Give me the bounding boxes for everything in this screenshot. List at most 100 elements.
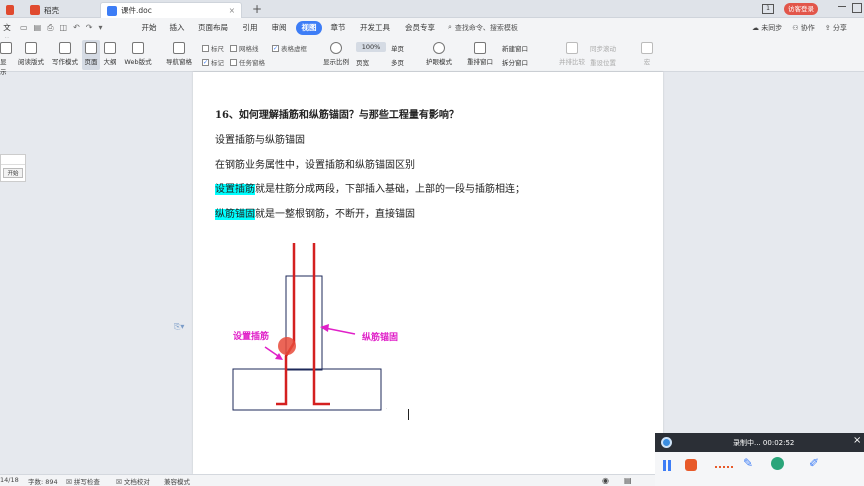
menu-member[interactable]: 会员专享 bbox=[404, 21, 436, 35]
annotate-icon[interactable]: ✎ bbox=[743, 456, 753, 470]
window-count-badge[interactable]: 1 bbox=[762, 4, 774, 14]
proof-label: 文档校对 bbox=[123, 478, 150, 486]
zoom-button[interactable]: 显示比例 bbox=[320, 42, 352, 66]
side-popup-start-button[interactable]: 开始 bbox=[3, 168, 23, 178]
rearrange-button[interactable]: 重排窗口 bbox=[462, 42, 498, 66]
tab-doc[interactable]: 课件.doc × bbox=[100, 2, 242, 18]
side-by-side-button[interactable]: 并排比较 bbox=[556, 42, 588, 66]
sync-scroll-button[interactable]: 同步滚动 bbox=[590, 43, 616, 53]
new-window-button[interactable]: 新建窗口 bbox=[502, 43, 528, 53]
doc-proof[interactable]: ☒ 文档校对 bbox=[116, 476, 150, 486]
camera-icon[interactable] bbox=[771, 457, 784, 470]
tab-doc-label: 课件.doc bbox=[121, 6, 152, 15]
nav-pane-button[interactable]: 导航窗格 bbox=[162, 42, 196, 66]
show-button[interactable]: 显示 bbox=[0, 42, 12, 76]
docer-icon bbox=[30, 5, 40, 15]
unsync-label: 未同步 bbox=[761, 24, 783, 32]
search-placeholder: 查找命令、搜索模板 bbox=[454, 24, 518, 32]
pen-tool-icon[interactable]: ✐ bbox=[809, 456, 819, 470]
menu-dev-tools[interactable]: 开发工具 bbox=[359, 21, 391, 35]
search-icon: ⌕ bbox=[448, 23, 452, 31]
nav-pane-icon bbox=[173, 42, 185, 54]
page-indicator[interactable]: 14/18 bbox=[0, 476, 19, 484]
close-tab-icon[interactable]: × bbox=[229, 6, 235, 15]
compare-icon bbox=[566, 42, 578, 54]
maximize-icon[interactable] bbox=[852, 3, 862, 13]
page-view-label: 页面 bbox=[84, 58, 98, 66]
page-layout-status-icon[interactable]: ▤ bbox=[624, 476, 632, 485]
share-button[interactable]: ⇪ 分享 bbox=[825, 23, 847, 33]
close-recorder-icon[interactable]: × bbox=[853, 435, 861, 446]
gridline-box bbox=[230, 44, 237, 52]
search-box[interactable]: ⌕ 查找命令、搜索模板 bbox=[448, 23, 518, 33]
stop-icon[interactable] bbox=[685, 459, 697, 471]
reading-mode-button[interactable]: 阅读版式 bbox=[16, 42, 46, 66]
page-width-button[interactable]: 页宽 bbox=[356, 57, 369, 67]
task-pane-checkbox[interactable]: 任务窗格 bbox=[230, 57, 265, 67]
menu-chapter[interactable]: 章节 bbox=[329, 21, 347, 35]
menu-file[interactable]: 文件 bbox=[0, 21, 14, 46]
menu-reference[interactable]: 引用 bbox=[241, 21, 259, 35]
eye-status-icon[interactable]: ◉ bbox=[602, 476, 609, 485]
right-pointer-arrowhead bbox=[320, 324, 329, 332]
spell-check[interactable]: ☒ 拼写检查 bbox=[66, 476, 100, 486]
tab-home[interactable]: 稻壳 bbox=[24, 2, 96, 18]
multi-page-button[interactable]: 多页 bbox=[391, 57, 404, 67]
page-view-button[interactable]: 页面 bbox=[82, 40, 100, 70]
gridline-checkbox[interactable]: 网格线 bbox=[230, 43, 259, 53]
redo-icon[interactable]: ↷ bbox=[86, 23, 93, 33]
more-icon[interactable]: ▾ bbox=[99, 23, 103, 33]
document-page[interactable]: 16、如何理解插筋和纵筋锚固？与那些工程量有影响？ 设置插筋与纵筋锚固 在钢筋业… bbox=[193, 72, 663, 474]
macro-label: 宏 bbox=[643, 58, 651, 66]
menu-layout[interactable]: 页面布局 bbox=[198, 21, 228, 35]
share-icon: ⇪ bbox=[824, 24, 833, 32]
menu-insert[interactable]: 插入 bbox=[168, 21, 186, 35]
show-label: 显示 bbox=[0, 58, 7, 76]
quick-access: ▭ ▤ ⎙ ◫ ↶ ↷ ▾ bbox=[20, 23, 103, 33]
menu-bar: 文件 ▭ ▤ ⎙ ◫ ↶ ↷ ▾ 开始 插入 页面布局 引用 审阅 视图 章节 开发工具 会… bbox=[0, 18, 864, 46]
single-page-button[interactable]: 单页 bbox=[391, 43, 404, 53]
menu-view[interactable]: 视图 bbox=[296, 21, 322, 35]
tab-partial[interactable] bbox=[0, 2, 20, 18]
right-pointer-line bbox=[324, 327, 356, 335]
collab-button[interactable]: ⚇ 协作 bbox=[792, 23, 815, 33]
recording-time: 00:02:52 bbox=[762, 439, 795, 447]
writing-mode-label: 写作模式 bbox=[52, 58, 78, 66]
pause-icon-bar[interactable] bbox=[668, 460, 671, 471]
table-gridline-checkbox[interactable]: ✓ 表格虚框 bbox=[272, 43, 307, 53]
writing-mode-button[interactable]: 写作模式 bbox=[50, 42, 80, 66]
outline-icon bbox=[104, 42, 116, 54]
menu-review[interactable]: 审阅 bbox=[270, 21, 288, 35]
menu-start[interactable]: 开始 bbox=[140, 21, 158, 35]
export-icon[interactable]: ▤ bbox=[34, 23, 42, 33]
preview-icon[interactable]: ◫ bbox=[60, 23, 68, 33]
ruler-label: 标尺 bbox=[211, 45, 224, 53]
recorder-controls: ✎ ✐ bbox=[655, 452, 864, 486]
book-icon bbox=[25, 42, 37, 54]
split-window-button[interactable]: 拆分窗口 bbox=[502, 57, 528, 67]
mark-checkbox[interactable]: ✓ 标记 bbox=[202, 57, 224, 67]
eye-mode-button[interactable]: 护眼模式 bbox=[424, 42, 454, 66]
cloud-icon: ☁ bbox=[752, 24, 762, 32]
macro-button[interactable]: 宏 bbox=[640, 42, 654, 66]
word-count[interactable]: 字数: 894 bbox=[28, 476, 58, 486]
web-layout-button[interactable]: Web版式 bbox=[121, 42, 155, 66]
undo-icon[interactable]: ↶ bbox=[73, 23, 80, 33]
minimize-icon[interactable] bbox=[838, 6, 846, 7]
ruler-checkbox[interactable]: 标尺 bbox=[202, 43, 224, 53]
task-pane-label: 任务窗格 bbox=[239, 59, 265, 67]
unsync-button[interactable]: ☁ 未同步 bbox=[752, 23, 782, 33]
new-tab-button[interactable]: + bbox=[252, 2, 262, 16]
paste-options-icon[interactable]: ⎘▾ bbox=[174, 322, 184, 332]
outline-button[interactable]: 大纲 bbox=[102, 42, 118, 66]
zoom-100-button[interactable]: 100% bbox=[356, 42, 386, 52]
proof-icon: ☒ bbox=[116, 478, 124, 486]
print-icon[interactable]: ⎙ bbox=[47, 23, 53, 33]
reset-position-button[interactable]: 重设位置 bbox=[590, 57, 616, 67]
pen-icon bbox=[59, 42, 71, 54]
cursor-highlight-dot bbox=[278, 337, 296, 355]
save-icon[interactable]: ▭ bbox=[20, 23, 28, 33]
pause-icon[interactable] bbox=[663, 460, 666, 471]
login-button[interactable]: 访客登录 bbox=[784, 3, 818, 15]
show-icon bbox=[0, 42, 12, 54]
